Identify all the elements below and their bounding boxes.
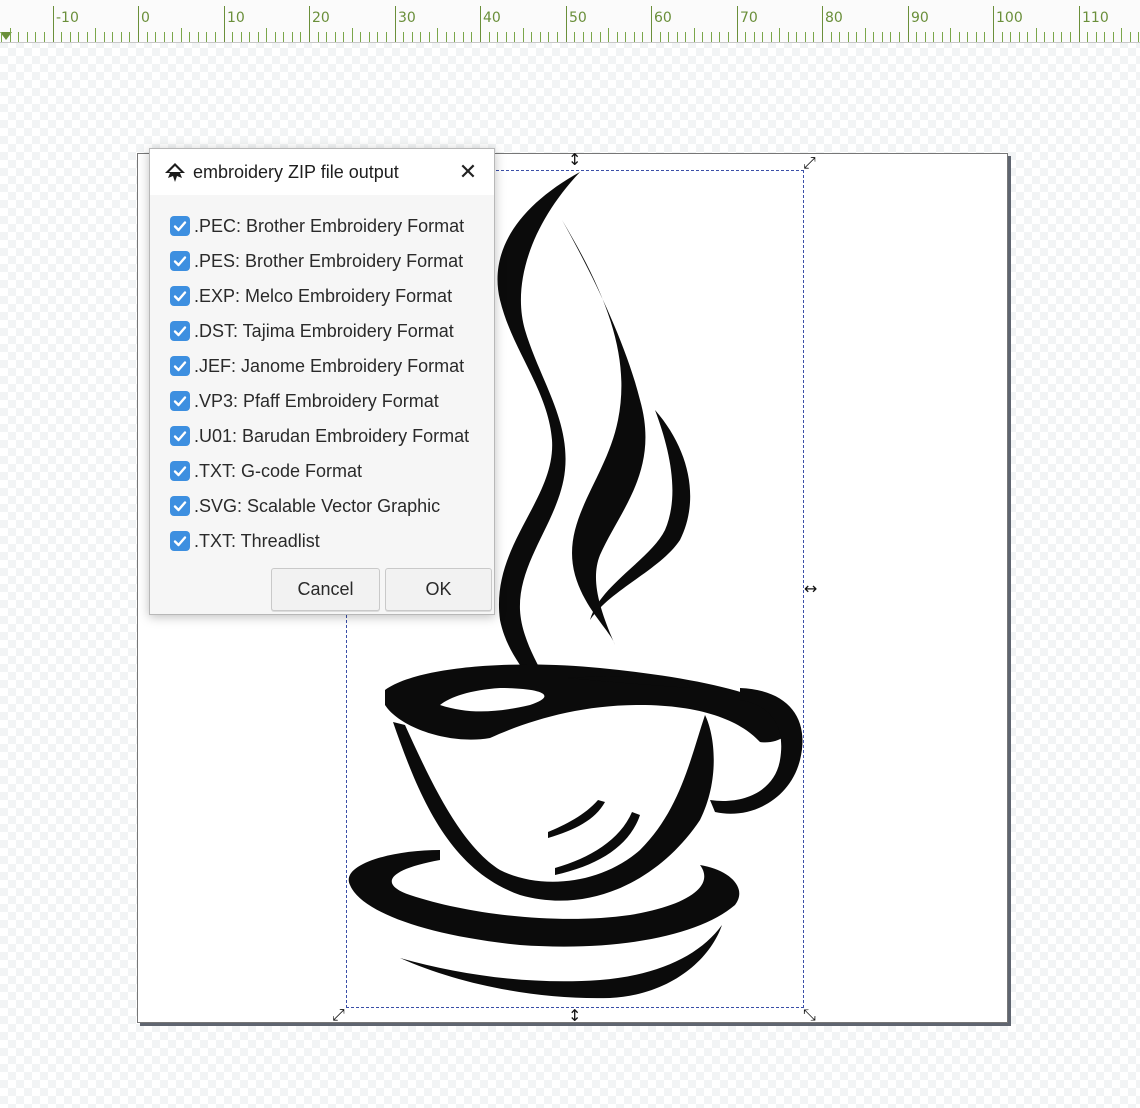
format-checkbox[interactable] (170, 496, 190, 516)
checkmark-icon (173, 431, 187, 442)
scale-handle-bottom-icon[interactable]: ↕ (568, 1008, 581, 1024)
dialog-title-bar[interactable]: embroidery ZIP file output ✕ (150, 149, 494, 195)
scale-handle-top-icon[interactable]: ↕ (568, 152, 581, 168)
format-option[interactable]: .DST: Tajima Embroidery Format (170, 318, 454, 344)
format-checkbox[interactable] (170, 391, 190, 411)
format-option-label: .VP3: Pfaff Embroidery Format (194, 390, 439, 411)
format-checkbox[interactable] (170, 461, 190, 481)
cancel-button[interactable]: Cancel (271, 568, 380, 611)
cup-body (393, 715, 714, 901)
format-option-label: .SVG: Scalable Vector Graphic (194, 495, 441, 516)
format-option-label: .JEF: Janome Embroidery Format (194, 355, 465, 376)
format-option-label: .PES: Brother Embroidery Format (194, 250, 464, 271)
format-option-label: .TXT: G-code Format (194, 460, 363, 481)
dialog-title: embroidery ZIP file output (193, 162, 399, 182)
format-checkbox[interactable] (170, 426, 190, 446)
format-option[interactable]: .JEF: Janome Embroidery Format (170, 353, 464, 379)
checkmark-icon (173, 326, 187, 337)
format-option[interactable]: .PES: Brother Embroidery Format (170, 248, 463, 274)
ok-button[interactable]: OK (385, 568, 492, 611)
checkmark-icon (173, 361, 187, 372)
close-button[interactable]: ✕ (450, 157, 486, 187)
format-option[interactable]: .PEC: Brother Embroidery Format (170, 213, 464, 239)
format-option-label: .PEC: Brother Embroidery Format (194, 215, 465, 236)
scale-handle-bottom-left-icon[interactable]: ⤢ (332, 1007, 345, 1023)
inkscape-logo-icon (165, 163, 185, 182)
checkmark-icon (173, 501, 187, 512)
checkmark-icon (173, 536, 187, 547)
scale-handle-bottom-right-icon[interactable]: ⤡ (803, 1007, 816, 1023)
format-option[interactable]: .VP3: Pfaff Embroidery Format (170, 388, 439, 414)
checkmark-icon (173, 221, 187, 232)
embroidery-zip-dialog: embroidery ZIP file output ✕ .PEC: Broth… (149, 148, 495, 615)
format-checkbox[interactable] (170, 321, 190, 341)
format-option[interactable]: .U01: Barudan Embroidery Format (170, 423, 469, 449)
cup-rim (385, 664, 793, 743)
format-checkbox[interactable] (170, 251, 190, 271)
format-option[interactable]: .SVG: Scalable Vector Graphic (170, 493, 440, 519)
format-option-label: .DST: Tajima Embroidery Format (194, 320, 454, 341)
scale-handle-top-right-icon[interactable]: ⤢ (803, 155, 816, 171)
checkmark-icon (173, 466, 187, 477)
format-option[interactable]: .EXP: Melco Embroidery Format (170, 283, 452, 309)
format-checkbox[interactable] (170, 216, 190, 236)
checkmark-icon (173, 256, 187, 267)
format-checkbox[interactable] (170, 531, 190, 551)
scale-handle-right-icon[interactable]: ↔ (804, 581, 817, 597)
format-option-label: .EXP: Melco Embroidery Format (194, 285, 453, 306)
steam-stroke-left (497, 172, 580, 710)
cup-accent-1 (548, 800, 605, 838)
format-option-label: .U01: Barudan Embroidery Format (194, 425, 470, 446)
close-icon: ✕ (458, 159, 478, 185)
format-option[interactable]: .TXT: G-code Format (170, 458, 362, 484)
format-option[interactable]: .TXT: Threadlist (170, 528, 320, 554)
checkmark-icon (173, 396, 187, 407)
format-option-label: .TXT: Threadlist (194, 530, 320, 551)
format-checkbox[interactable] (170, 286, 190, 306)
format-checkbox[interactable] (170, 356, 190, 376)
checkmark-icon (173, 291, 187, 302)
